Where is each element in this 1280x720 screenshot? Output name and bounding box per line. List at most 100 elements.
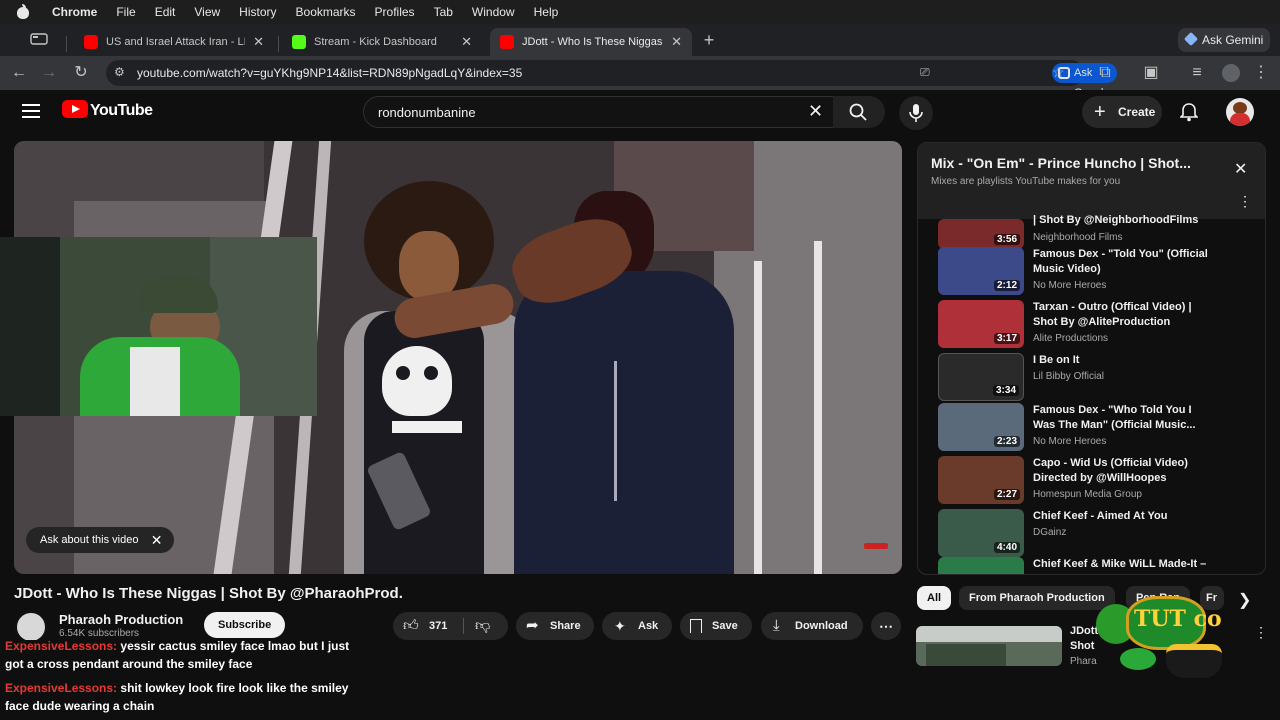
mix-title[interactable]: Mix - "On Em" - Prince Huncho | Shot... [931,155,1223,171]
video-title[interactable]: Famous Dex - "Told You" (Official Music V… [1033,247,1233,277]
menu-file[interactable]: File [116,5,135,19]
save-button[interactable]: Save [680,612,752,640]
menu-bookmarks[interactable]: Bookmarks [296,5,356,19]
like-count[interactable]: 371 [429,612,447,640]
tab-title: US and Israel Attack Iran - LIVE [106,36,245,48]
playlist-item[interactable]: 3:17 Tarxan - Outro (Offical Video) | Sho… [938,300,1258,352]
close-icon[interactable]: ✕ [671,34,682,50]
close-icon[interactable]: ✕ [461,34,472,50]
search-input[interactable]: rondonumbanine ✕ [363,96,839,128]
menu-tab[interactable]: Tab [434,5,453,19]
channel-name[interactable]: Pharaoh Production [59,612,183,627]
dislike-icon[interactable]: 👎︎ [475,612,490,640]
reading-mode-icon[interactable]: ▣ [1142,64,1160,82]
media-controls-icon[interactable]: ≡ [1188,64,1206,82]
menu-history[interactable]: History [239,5,276,19]
close-panel-icon[interactable]: ✕ [1234,159,1247,179]
tab-us-israel-iran[interactable]: US and Israel Attack Iran - LIVE ✕ [74,28,274,56]
bookmark-star-icon[interactable]: ☆ [1052,64,1065,81]
url-text[interactable]: youtube.com/watch?v=guYKhg9NP14&list=RDN… [137,66,522,80]
channel-name[interactable]: No More Heroes [1033,436,1106,447]
video-thumbnail[interactable]: 2:12 [938,247,1024,295]
chip-from-channel[interactable]: From Pharaoh Production [959,586,1115,610]
subscribe-button[interactable]: Subscribe [204,612,286,638]
like-icon[interactable]: 👍︎ [403,612,419,640]
search-button[interactable] [833,96,885,128]
video-thumbnail[interactable]: 3:34 [938,353,1024,401]
video-thumbnail[interactable]: 2:27 [938,456,1024,504]
duration-badge: 3:56 [993,234,1020,245]
macos-menubar: Chrome File Edit View History Bookmarks … [0,0,1280,24]
share-button[interactable]: ➦ Share [516,612,594,640]
site-info-icon[interactable]: ⚙ [114,65,125,79]
channel-name[interactable]: DGainz [1033,527,1066,538]
playlist-item[interactable]: Chief Keef & Mike WiLL Made-It – [938,557,1258,574]
playlist-item[interactable]: 3:34 I Be on It Lil Bibby Official [938,353,1258,405]
apple-icon[interactable] [16,4,30,20]
menu-app-chrome[interactable]: Chrome [52,5,97,19]
video-title[interactable]: Capo - Wid Us (Official Video) Directed b… [1033,456,1233,486]
chip-all[interactable]: All [917,586,952,610]
user-avatar[interactable] [1226,98,1254,126]
install-app-icon[interactable]: ⎚ [920,65,930,80]
video-title[interactable]: Tarxan - Outro (Offical Video) | Shot By … [1033,300,1233,330]
ask-about-video-button[interactable]: Ask about this video ✕ [26,527,175,553]
reload-icon[interactable]: ↻ [72,64,90,82]
related-more-icon[interactable]: ⋮ [1254,624,1268,641]
playlist-item[interactable]: 2:27 Capo - Wid Us (Official Video) Direc… [938,456,1258,508]
menu-window[interactable]: Window [472,5,515,19]
youtube-logo-text[interactable]: YouTube [90,102,153,120]
related-channel[interactable]: Phara [1070,656,1097,667]
menu-view[interactable]: View [194,5,220,19]
menu-help[interactable]: Help [534,5,559,19]
video-thumbnail[interactable]: 4:40 [938,509,1024,557]
video-thumbnail[interactable] [938,557,1024,574]
youtube-logo-icon[interactable] [62,100,88,118]
video-title[interactable]: Chief Keef - Aimed At You [1033,509,1233,524]
create-button[interactable]: + Create [1082,96,1162,128]
close-icon[interactable]: ✕ [253,34,264,50]
playlist-item[interactable]: 4:40 Chief Keef - Aimed At You DGainz [938,509,1258,561]
menu-edit[interactable]: Edit [155,5,176,19]
video-title[interactable]: | Shot By @NeighborhoodFilms [1033,213,1233,228]
playlist-item[interactable]: 2:12 Famous Dex - "Told You" (Official Mu… [938,247,1258,299]
video-title[interactable]: I Be on It [1033,353,1233,368]
tab-kick-dashboard[interactable]: Stream - Kick Dashboard ✕ [282,28,482,56]
video-title[interactable]: Famous Dex - "Who Told You I Was The Man"… [1033,403,1233,433]
channel-name[interactable]: Alite Productions [1033,333,1108,344]
profile-avatar[interactable] [1222,64,1240,82]
tab-search-icon[interactable] [30,32,48,50]
video-thumbnail[interactable]: 3:56 [938,219,1024,249]
back-icon[interactable]: ← [10,64,28,82]
more-actions-icon[interactable]: ⋯ [871,612,901,640]
clear-search-icon[interactable]: ✕ [808,101,823,122]
tab-jdott-video[interactable]: JDott - Who Is These Niggas | Shot By ✕ [490,28,692,56]
playlist-item[interactable]: 2:23 Famous Dex - "Who Told You I Was The… [938,403,1258,455]
forward-icon[interactable]: → [40,64,58,82]
video-thumbnail[interactable]: 3:17 [938,300,1024,348]
notifications-bell-icon[interactable] [1179,102,1199,125]
chrome-menu-icon[interactable]: ⋮ [1252,64,1270,82]
new-tab-icon[interactable]: + [700,31,718,49]
more-options-icon[interactable]: ⋮ [1238,193,1252,210]
menu-profiles[interactable]: Profiles [375,5,415,19]
ask-button[interactable]: ✦ Ask [602,612,672,640]
browser-tab-strip: US and Israel Attack Iran - LIVE ✕ Strea… [0,24,1280,56]
channel-name[interactable]: Neighborhood Films [1033,232,1123,243]
video-thumbnail[interactable]: 2:23 [938,403,1024,451]
extensions-icon[interactable]: ⧉ [1096,64,1114,82]
browser-toolbar: ← → ↻ ⚙ youtube.com/watch?v=guYKhg9NP14&… [0,56,1280,99]
voice-search-button[interactable] [899,96,933,130]
related-video-title[interactable]: JDott Shot [1070,624,1098,654]
video-title[interactable]: Chief Keef & Mike WiLL Made-It – [1033,557,1233,572]
address-bar[interactable]: ⚙ youtube.com/watch?v=guYKhg9NP14&list=R… [106,60,1118,99]
chevron-right-icon[interactable]: ❯ [1238,590,1251,610]
hamburger-menu-icon[interactable] [22,104,40,118]
related-video-thumbnail[interactable] [916,626,1062,666]
channel-name[interactable]: No More Heroes [1033,280,1106,291]
ask-gemini-button[interactable]: Ask Gemini [1178,28,1270,52]
channel-name[interactable]: Homespun Media Group [1033,489,1142,500]
download-button[interactable]: ⤓ Download [761,612,863,640]
channel-name[interactable]: Lil Bibby Official [1033,371,1104,382]
close-icon[interactable]: ✕ [151,527,163,553]
